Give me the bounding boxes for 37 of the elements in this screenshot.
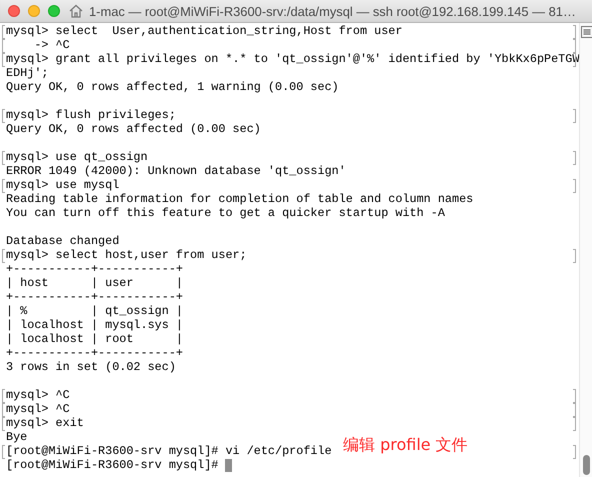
text-cursor [225, 458, 232, 472]
terminal-line: ERROR 1049 (42000): Unknown database 'qt_ossign' [6, 164, 346, 178]
terminal-line: Reading table information for completion of table and column names [6, 192, 474, 206]
terminal-line: | localhost | mysql.sys | [6, 318, 183, 332]
terminal-line: mysql> flush privileges; [6, 108, 176, 122]
terminal-line: You can turn off this feature to get a quicker startup with -A [6, 206, 445, 220]
terminal-line: mysql> exit [6, 416, 84, 430]
minimize-button[interactable] [28, 5, 40, 17]
terminal-line: -> ^C [33, 38, 70, 52]
terminal-line: mysql> ^C [6, 388, 70, 402]
annotation-text: 编辑 profile 文件 [343, 435, 468, 456]
terminal-line: +-----------+-----------+ [6, 346, 183, 360]
terminal-line: | host | user | [6, 276, 183, 290]
terminal-line: Database changed [6, 234, 120, 248]
terminal-line: Query OK, 0 rows affected (0.00 sec) [6, 122, 261, 136]
terminal-line: mysql> select host,user from user; [6, 248, 247, 262]
terminal-line: mysql> use mysql [6, 178, 120, 192]
terminal-line: Bye [6, 430, 28, 444]
split-pane-icon[interactable] [581, 26, 592, 38]
close-button[interactable] [8, 5, 20, 17]
terminal-line: 3 rows in set (0.02 sec) [6, 360, 176, 374]
terminal-line: mysql> ^C [6, 402, 70, 416]
terminal-line: mysql> grant all privileges on *.* to 'qt_ossign'@'%' identified by 'YbkKx6pPeTGW [6, 52, 580, 66]
terminal-line: mysql> select User,authentication_string,Host from user [6, 24, 402, 38]
terminal-line: | localhost | root | [6, 332, 183, 346]
terminal-line: [root@MiWiFi-R3600-srv mysql]# [6, 458, 220, 472]
terminal-line: | % | qt_ossign | [6, 304, 183, 318]
terminal-line: +-----------+-----------+ [6, 262, 183, 276]
terminal-line: [root@MiWiFi-R3600-srv mysql]# vi /etc/profile [6, 444, 332, 458]
terminal-line: +-----------+-----------+ [6, 290, 183, 304]
window-title: 1-mac — root@MiWiFi-R3600-srv:/data/mysql — ssh root@192.168.199.145 — 81… [89, 4, 576, 18]
home-icon [68, 3, 84, 19]
terminal-line: Query OK, 0 rows affected, 1 warning (0.00 sec) [6, 80, 339, 94]
scrollbar-thumb[interactable] [583, 455, 590, 475]
terminal-line: mysql> use qt_ossign [6, 150, 148, 164]
terminal-line: EDHj'; [6, 66, 48, 80]
zoom-button[interactable] [48, 5, 60, 17]
